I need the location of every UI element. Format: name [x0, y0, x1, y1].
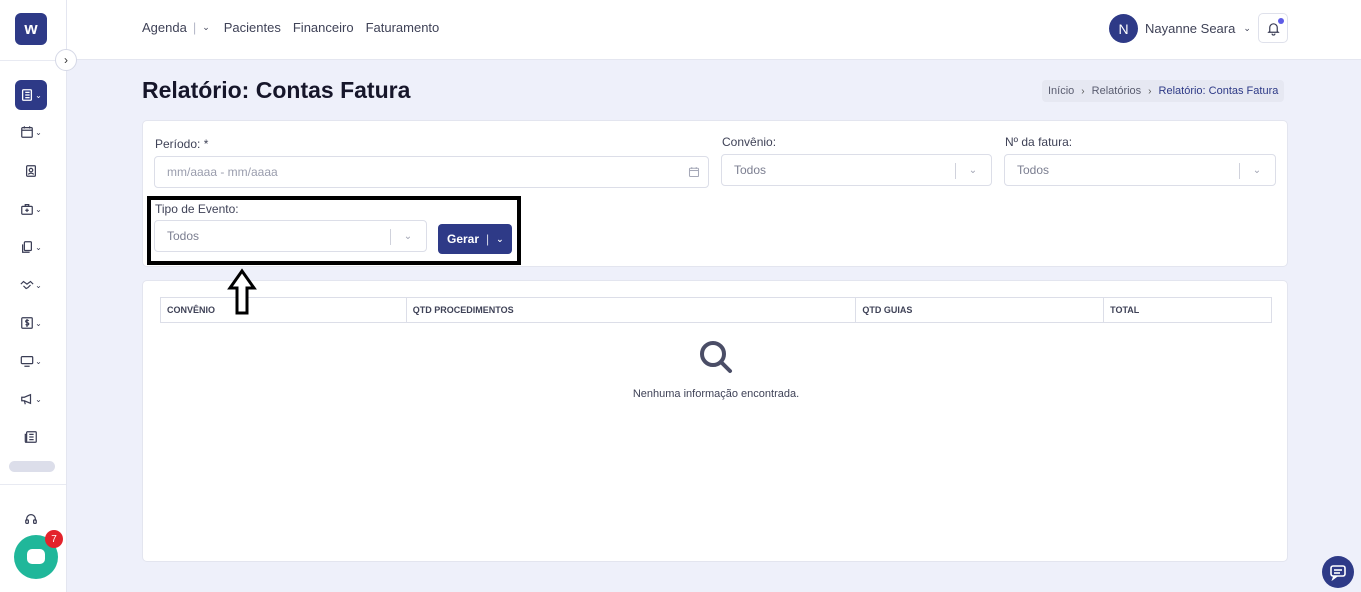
- breadcrumb-home[interactable]: Início: [1048, 85, 1074, 97]
- periodo-label: Período: *: [155, 137, 209, 151]
- sidebar: w ⌄ ⌄ ⌄ ⌄ ⌄ ⌄ ⌄ ⌄: [0, 0, 67, 592]
- tipo-evento-value: Todos: [167, 229, 200, 243]
- chevron-down-icon: ⌄: [1243, 23, 1251, 33]
- handshake-icon: [20, 280, 34, 290]
- medical-kit-icon: [21, 204, 34, 215]
- chevron-down-icon: ⌄: [35, 90, 42, 100]
- help-chat-button[interactable]: [1322, 556, 1354, 588]
- sidebar-item-marketing[interactable]: ⌄: [15, 384, 47, 414]
- user-name: Nayanne Seara: [1145, 21, 1236, 36]
- chevron-down-icon: ⌄: [35, 280, 42, 290]
- notification-dot: [1278, 18, 1284, 24]
- convenio-select[interactable]: Todos ⌄: [721, 154, 992, 186]
- sidebar-item-notebook[interactable]: ⌄: [15, 80, 47, 110]
- sidebar-item-documents[interactable]: ⌄: [15, 232, 47, 262]
- nav-financeiro[interactable]: Financeiro: [293, 20, 354, 35]
- sidebar-item-reports[interactable]: [15, 422, 47, 452]
- gerar-label: Gerar: [447, 232, 480, 246]
- gerar-button[interactable]: Gerar | ⌄: [438, 224, 512, 254]
- breadcrumb-reports[interactable]: Relatórios: [1092, 85, 1142, 97]
- column-header-total[interactable]: TOTAL: [1103, 297, 1272, 323]
- chat-icon: [27, 549, 45, 564]
- patient-badge-icon: [26, 165, 36, 177]
- fatura-label: Nº da fatura:: [1005, 135, 1073, 149]
- sidebar-item-support[interactable]: [15, 504, 47, 534]
- results-table: CONVÊNIO QTD PROCEDIMENTOS QTD GUIAS TOT…: [160, 297, 1272, 323]
- chevron-down-icon: ⌄: [35, 204, 42, 214]
- filter-panel: Período: * mm/aaaa - mm/aaaa Convênio: T…: [142, 120, 1288, 267]
- documents-icon: [22, 241, 33, 253]
- convenio-label: Convênio:: [722, 135, 777, 149]
- periodo-placeholder: mm/aaaa - mm/aaaa: [167, 165, 278, 179]
- top-bar: Agenda | ⌄ Pacientes Financeiro Faturame…: [67, 0, 1361, 60]
- sidebar-divider: [0, 484, 66, 485]
- headset-icon: [25, 514, 37, 524]
- app-logo[interactable]: w: [15, 13, 47, 45]
- notebook-icon: [22, 89, 33, 101]
- chevron-down-icon: ⌄: [955, 155, 991, 185]
- chat-unread-badge: 7: [45, 530, 63, 548]
- chevron-right-icon: ›: [1148, 85, 1152, 97]
- calendar-icon[interactable]: [688, 166, 700, 178]
- column-header-qtd-procedimentos[interactable]: QTD PROCEDIMENTOS: [405, 297, 857, 323]
- sidebar-item-calendar[interactable]: ⌄: [15, 117, 47, 147]
- annotation-up-arrow-icon: [227, 268, 257, 315]
- message-icon: [1330, 565, 1346, 581]
- button-separator: |: [486, 232, 490, 246]
- page-title: Relatório: Contas Fatura: [142, 77, 411, 103]
- sidebar-scrollbar[interactable]: [9, 461, 55, 472]
- chevron-down-icon: ⌄: [35, 394, 42, 404]
- chevron-down-icon: ⌄: [390, 221, 426, 251]
- tipo-evento-label: Tipo de Evento:: [155, 202, 239, 216]
- sidebar-toggle-button[interactable]: ›: [55, 49, 77, 71]
- newspaper-icon: [24, 431, 37, 443]
- notifications-button[interactable]: [1258, 13, 1288, 43]
- chevron-down-icon: ⌄: [35, 318, 42, 328]
- breadcrumb-current: Relatório: Contas Fatura: [1158, 85, 1279, 97]
- chevron-down-icon: ⌄: [1239, 155, 1275, 185]
- chevron-down-icon[interactable]: ⌄: [496, 234, 504, 245]
- monitor-icon: [20, 356, 34, 367]
- search-icon: [700, 341, 732, 373]
- column-header-convenio[interactable]: CONVÊNIO: [160, 297, 407, 323]
- user-menu[interactable]: N Nayanne Seara ⌄: [1109, 14, 1251, 43]
- breadcrumb: Início › Relatórios › Relatório: Contas …: [1042, 80, 1285, 102]
- nav-separator: |: [192, 20, 197, 35]
- column-header-qtd-guias[interactable]: QTD GUIAS: [855, 297, 1105, 323]
- calendar-icon: [21, 126, 34, 138]
- chevron-down-icon: ⌄: [35, 356, 42, 366]
- top-navigation: Agenda | ⌄ Pacientes Financeiro Faturame…: [142, 20, 451, 35]
- table-header-row: CONVÊNIO QTD PROCEDIMENTOS QTD GUIAS TOT…: [160, 297, 1272, 323]
- periodo-field[interactable]: mm/aaaa - mm/aaaa: [154, 156, 709, 188]
- nav-agenda[interactable]: Agenda: [142, 20, 187, 35]
- fatura-value: Todos: [1017, 163, 1050, 177]
- chevron-right-icon: ›: [64, 53, 68, 67]
- fatura-select[interactable]: Todos ⌄: [1004, 154, 1276, 186]
- nav-pacientes[interactable]: Pacientes: [224, 20, 281, 35]
- chevron-down-icon: ⌄: [35, 242, 42, 252]
- avatar: N: [1109, 14, 1138, 43]
- dollar-icon: [21, 317, 34, 329]
- sidebar-item-financial[interactable]: ⌄: [15, 308, 47, 338]
- chevron-down-icon: ⌄: [35, 127, 42, 137]
- megaphone-icon: [21, 393, 32, 405]
- tipo-evento-select[interactable]: Todos ⌄: [154, 220, 427, 252]
- chevron-right-icon: ›: [1081, 85, 1085, 97]
- sidebar-item-monitor[interactable]: ⌄: [15, 346, 47, 376]
- empty-state-message: Nenhuma informação encontrada.: [632, 388, 800, 400]
- sidebar-item-handshake[interactable]: ⌄: [15, 270, 47, 300]
- sidebar-item-medical[interactable]: ⌄: [15, 194, 47, 224]
- sidebar-item-patients[interactable]: [15, 156, 47, 186]
- nav-faturamento[interactable]: Faturamento: [366, 20, 440, 35]
- results-panel: CONVÊNIO QTD PROCEDIMENTOS QTD GUIAS TOT…: [142, 280, 1288, 562]
- convenio-value: Todos: [734, 163, 767, 177]
- chevron-down-icon[interactable]: ⌄: [202, 22, 210, 33]
